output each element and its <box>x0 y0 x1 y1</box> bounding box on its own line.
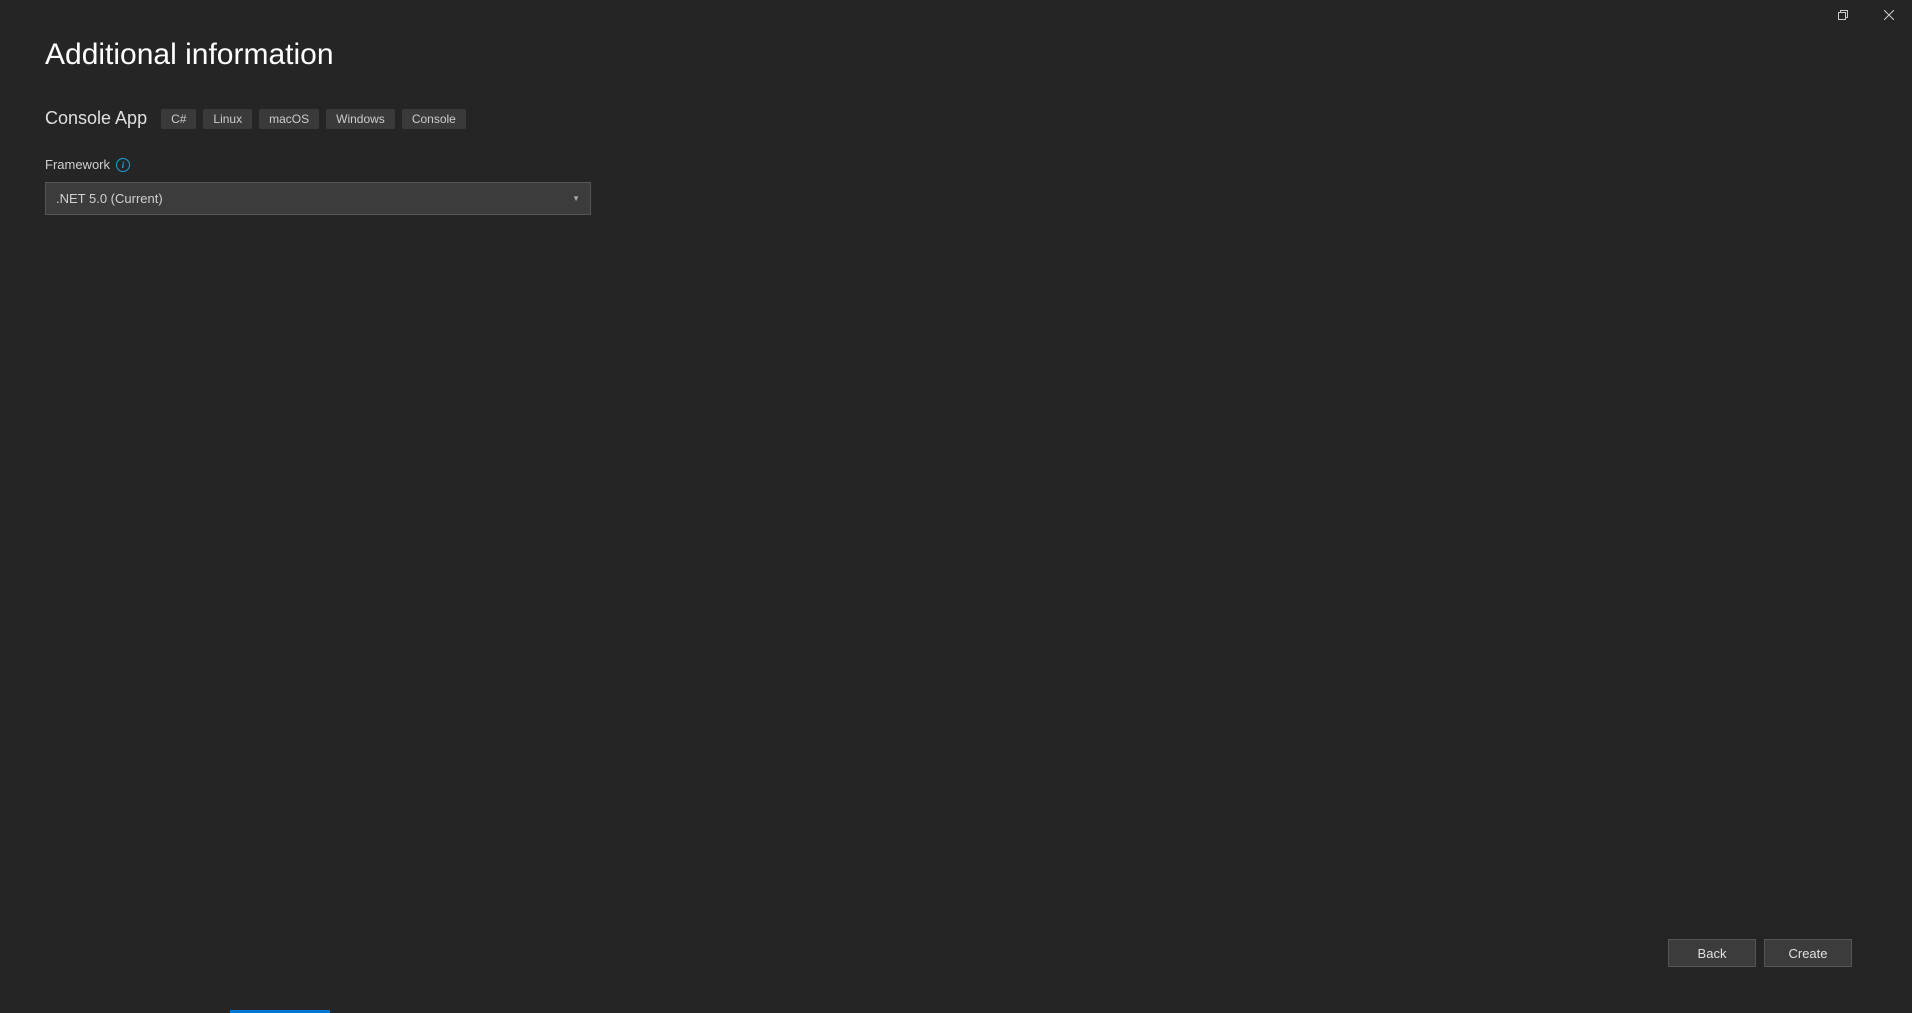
chevron-down-icon: ▼ <box>572 194 580 203</box>
create-button[interactable]: Create <box>1764 939 1852 967</box>
tag-csharp: C# <box>161 109 196 129</box>
template-name: Console App <box>45 108 147 129</box>
tag-console: Console <box>402 109 466 129</box>
close-button[interactable] <box>1866 0 1912 30</box>
page-title: Additional information <box>45 38 1867 72</box>
maximize-button[interactable] <box>1820 0 1866 30</box>
framework-dropdown[interactable]: .NET 5.0 (Current) ▼ <box>45 182 591 215</box>
maximize-icon <box>1838 10 1848 20</box>
tag-macos: macOS <box>259 109 319 129</box>
framework-selected-value: .NET 5.0 (Current) <box>56 191 163 206</box>
footer-buttons: Back Create <box>1668 939 1852 967</box>
info-icon[interactable]: i <box>116 158 130 172</box>
template-row: Console App C# Linux macOS Windows Conso… <box>45 108 1867 129</box>
template-tags: C# Linux macOS Windows Console <box>161 109 466 129</box>
framework-label: Framework <box>45 157 110 172</box>
close-icon <box>1884 10 1894 20</box>
tag-linux: Linux <box>203 109 252 129</box>
window-controls <box>1820 0 1912 30</box>
main-content: Additional information Console App C# Li… <box>0 0 1912 253</box>
tag-windows: Windows <box>326 109 395 129</box>
back-button[interactable]: Back <box>1668 939 1756 967</box>
framework-label-row: Framework i <box>45 157 1867 172</box>
